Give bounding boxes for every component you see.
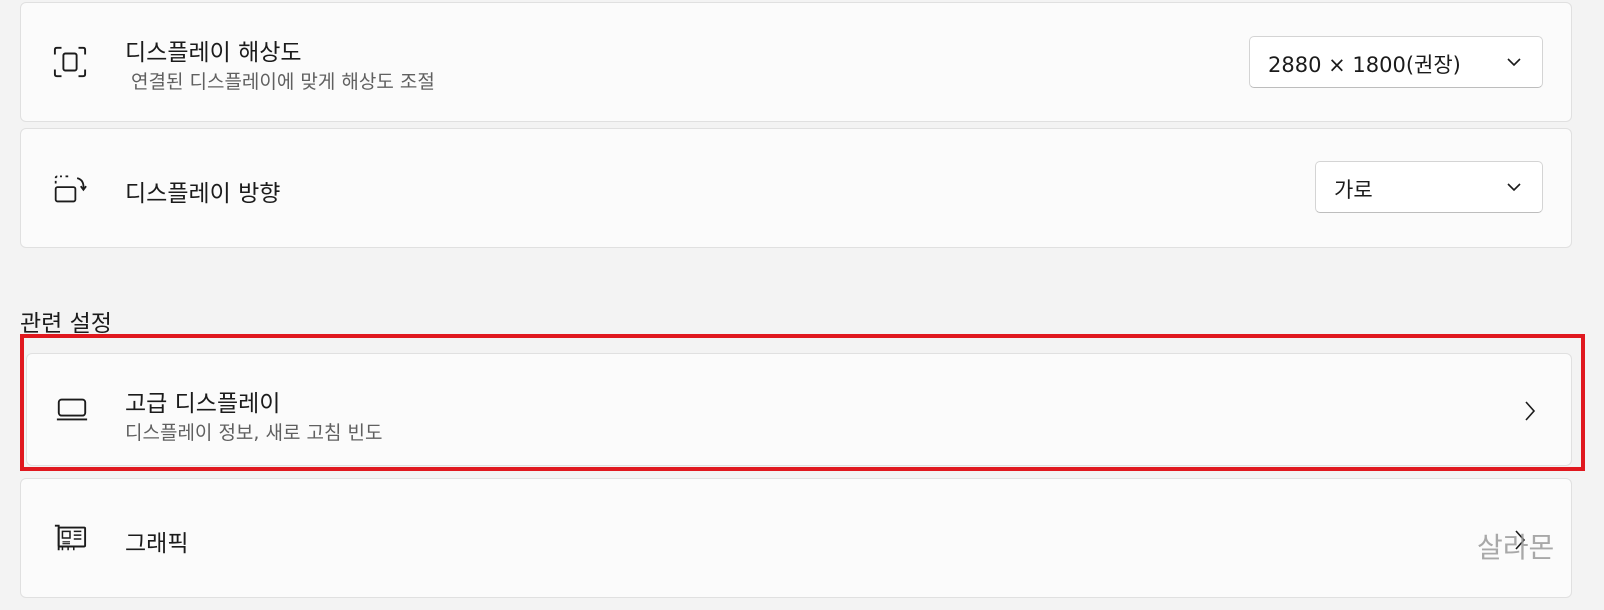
display-resolution-card: 디스플레이 해상도 연결된 디스플레이에 맞게 해상도 조절 2880 × 18… [20, 2, 1572, 122]
graphics-card-icon [53, 521, 87, 555]
resolution-dropdown[interactable]: 2880 × 1800(권장) [1249, 36, 1543, 88]
resolution-dropdown-value: 2880 × 1800(권장) [1268, 53, 1461, 77]
orientation-dropdown-value: 가로 [1334, 178, 1373, 202]
display-resolution-subtitle: 연결된 디스플레이에 맞게 해상도 조절 [131, 71, 435, 93]
related-settings-heading: 관련 설정 [20, 311, 112, 337]
advanced-display-title: 고급 디스플레이 [125, 391, 281, 417]
display-orientation-title: 디스플레이 방향 [125, 181, 281, 207]
graphics-title: 그래픽 [125, 531, 189, 557]
orientation-dropdown[interactable]: 가로 [1315, 161, 1543, 213]
advanced-display-card[interactable]: 고급 디스플레이 디스플레이 정보, 새로 고침 빈도 [26, 353, 1572, 466]
display-resolution-title: 디스플레이 해상도 [125, 40, 302, 66]
laptop-icon [55, 392, 89, 426]
resolution-icon [53, 45, 87, 79]
orientation-icon [53, 171, 87, 205]
graphics-card[interactable]: 그래픽 [20, 478, 1572, 598]
advanced-display-subtitle: 디스플레이 정보, 새로 고침 빈도 [125, 422, 383, 444]
chevron-down-icon [1506, 179, 1522, 199]
display-orientation-card: 디스플레이 방향 가로 [20, 128, 1572, 248]
chevron-down-icon [1506, 54, 1522, 74]
watermark-text: 살라몬 [1477, 531, 1555, 564]
chevron-right-icon [1523, 400, 1537, 426]
